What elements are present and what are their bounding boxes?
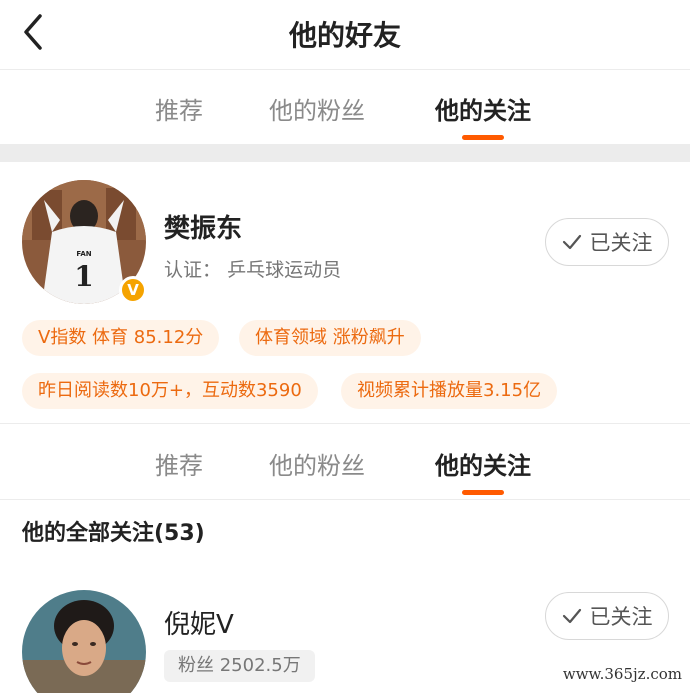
top-bar: 他的好友 (0, 0, 690, 70)
following-count-heading: 他的全部关注(53) (22, 521, 205, 546)
tag-v-index[interactable]: V指数 体育 85.12分 (22, 320, 220, 356)
list-follow-button-label: 已关注 (589, 605, 653, 629)
list-item-fans: 粉丝 2502.5万 (164, 650, 315, 682)
list-avatar[interactable] (22, 590, 146, 693)
profile-card: FAN 1 V 樊振东 认证： 乒乓球运动员 已关注 V指数 体育 85.12分… (0, 162, 690, 424)
tab-fans[interactable]: 他的粉丝 (269, 91, 365, 126)
tab-following-label-2: 他的关注 (435, 452, 531, 480)
tab-following-label: 他的关注 (435, 97, 531, 125)
verify-line: 认证： 乒乓球运动员 (164, 255, 341, 282)
list-item-name[interactable]: 倪妮V (164, 604, 234, 641)
tag-field-trend[interactable]: 体育领域 涨粉飙升 (239, 320, 421, 356)
verified-badge-icon: V (119, 276, 147, 304)
follow-button[interactable]: 已关注 (545, 218, 669, 266)
watermark: www.365jz.com (562, 665, 682, 683)
list-follow-button[interactable]: 已关注 (545, 592, 669, 640)
shirt-name-text: FAN (76, 250, 91, 258)
verify-label: 认证： (164, 259, 222, 281)
tab-following-2[interactable]: 他的关注 (435, 446, 531, 495)
profile-name[interactable]: 樊振东 (164, 208, 242, 245)
tab-fans-2[interactable]: 他的粉丝 (269, 446, 365, 481)
shirt-number-text: 1 (74, 260, 93, 293)
check-icon (562, 234, 581, 250)
follow-button-label: 已关注 (589, 231, 653, 255)
tab-recommend-2[interactable]: 推荐 (155, 446, 203, 481)
tag-video-plays[interactable]: 视频累计播放量3.15亿 (341, 373, 558, 409)
verify-value: 乒乓球运动员 (227, 259, 342, 281)
tab-recommend[interactable]: 推荐 (155, 91, 203, 126)
tag-reads[interactable]: 昨日阅读数10万+，互动数3590 (22, 373, 318, 409)
tab-bar-top: 推荐 他的粉丝 他的关注 (0, 71, 690, 145)
tab-following[interactable]: 他的关注 (435, 91, 531, 140)
page-title: 他的好友 (288, 19, 401, 52)
tab-bar-bottom: 推荐 他的粉丝 他的关注 (0, 426, 690, 500)
check-icon (562, 608, 581, 624)
tab-active-indicator (462, 135, 504, 140)
section-divider (0, 144, 690, 162)
tab-active-indicator-2 (462, 490, 504, 495)
